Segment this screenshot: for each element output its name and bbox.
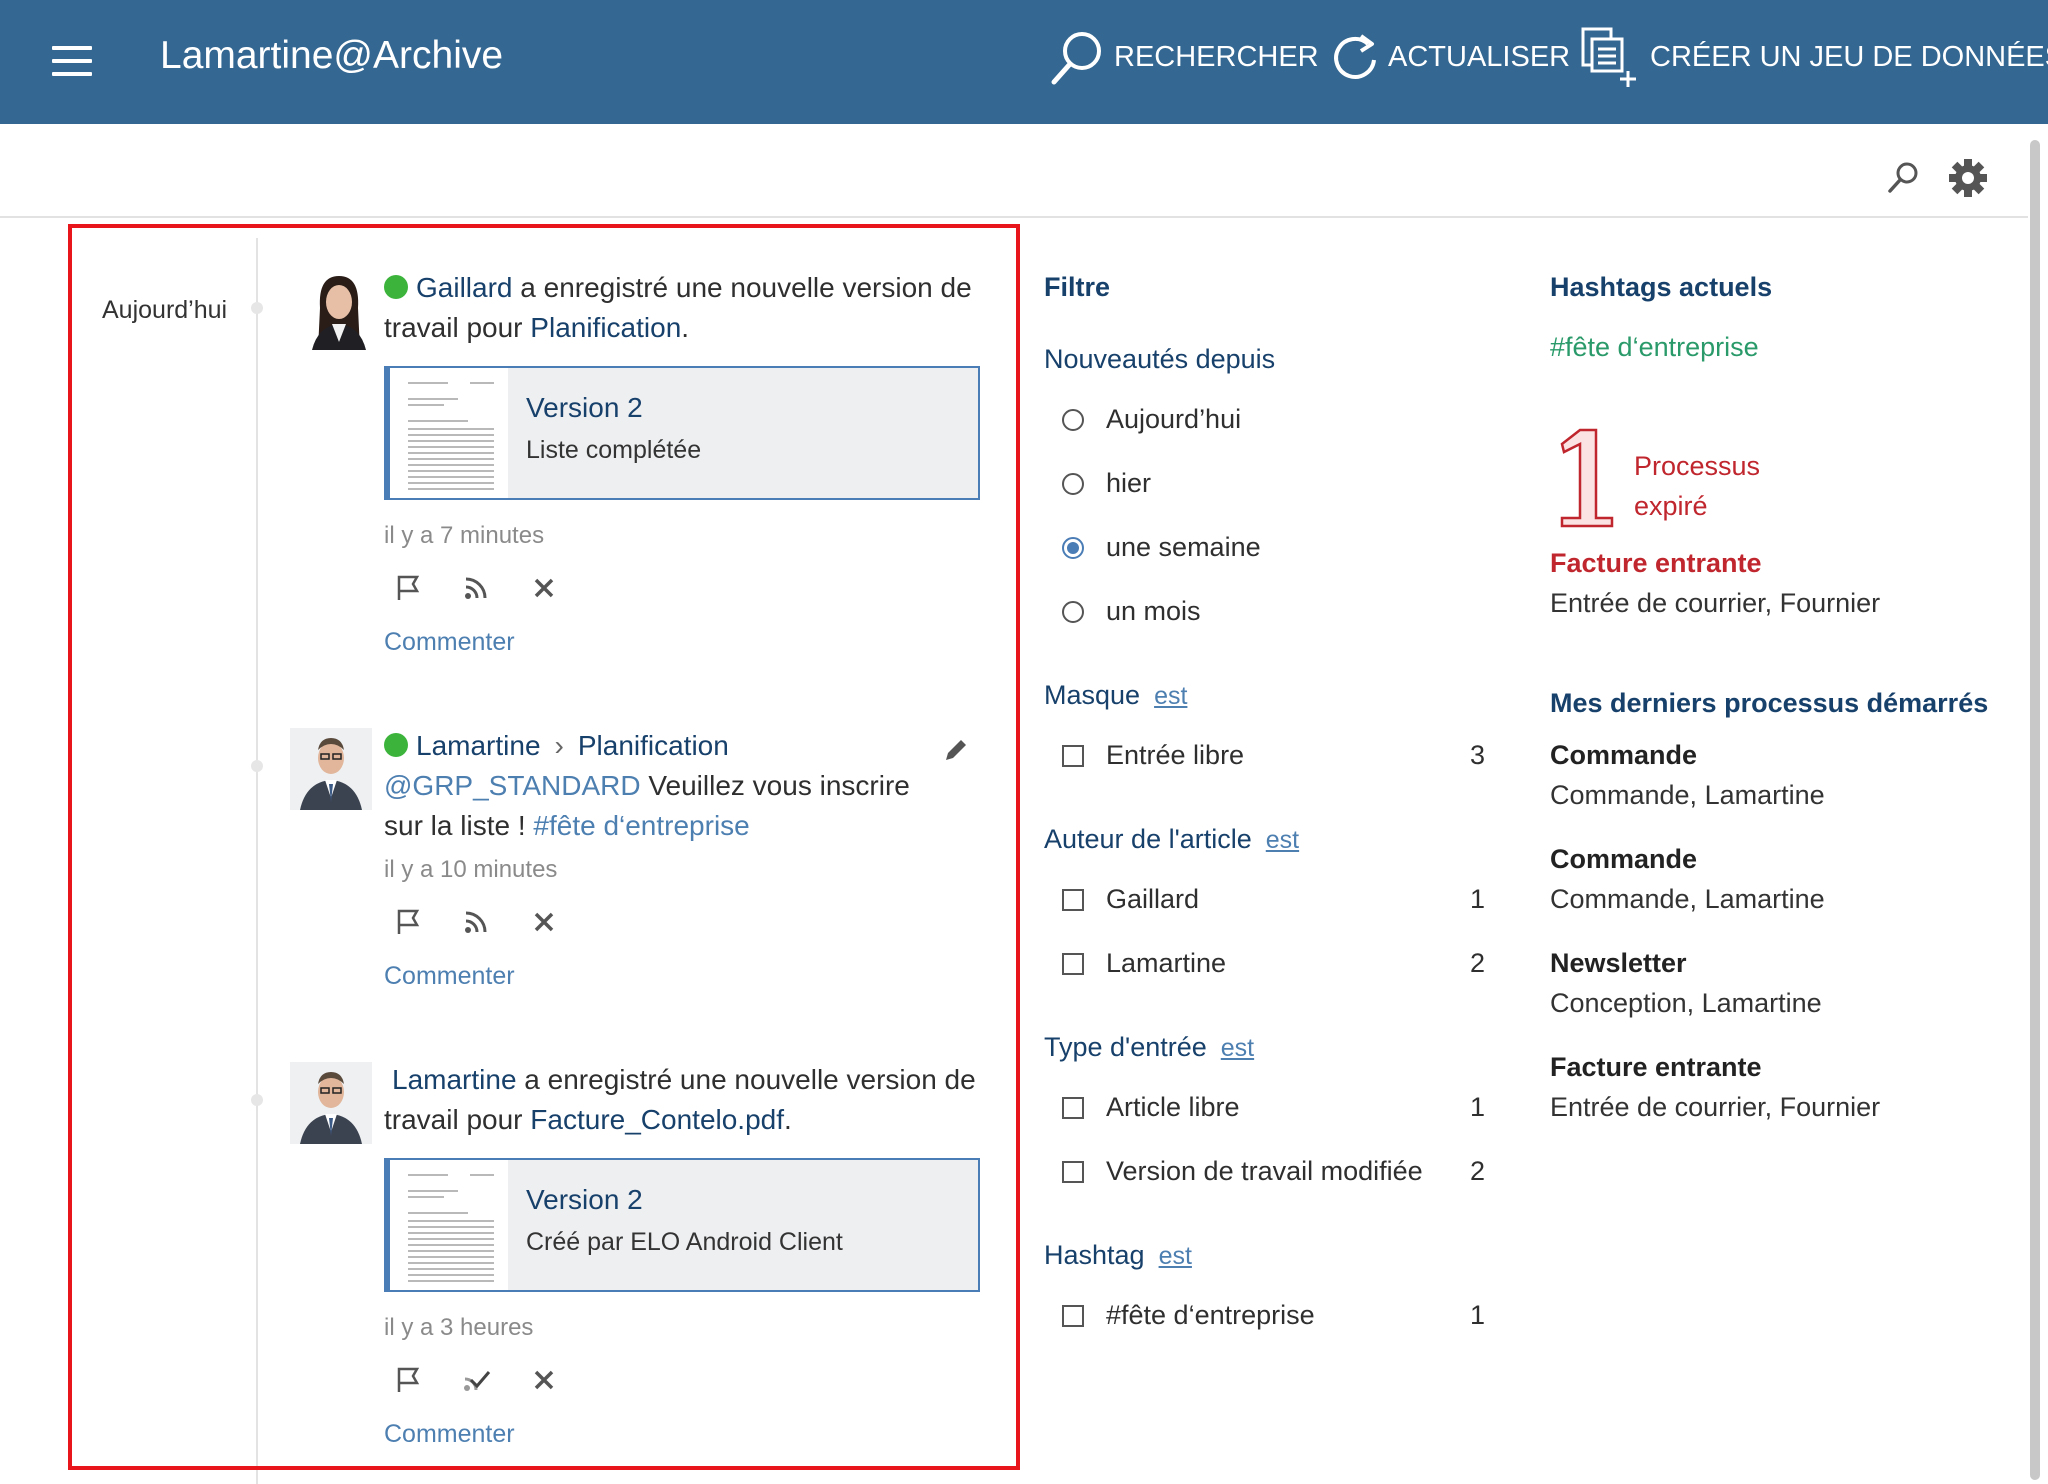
author-est-link[interactable]: est bbox=[1266, 826, 1299, 854]
type-filter-header: Type d'entrée est bbox=[1044, 1032, 1254, 1063]
hashtag-filter-header: Hashtag est bbox=[1044, 1240, 1192, 1271]
refresh-button[interactable]: ACTUALISER bbox=[1328, 24, 1570, 90]
search-button[interactable]: RECHERCHER bbox=[1048, 24, 1319, 90]
app-title: Lamartine@Archive bbox=[160, 34, 504, 77]
radio-label: un mois bbox=[1106, 596, 1201, 626]
create-dataset-button[interactable]: CRÉER UN JEU DE DONNÉES bbox=[1580, 24, 2048, 90]
count: 1 bbox=[1470, 1300, 1486, 1330]
expired-process-name[interactable]: Facture entrante bbox=[1550, 548, 1762, 579]
radio-label: hier bbox=[1106, 468, 1152, 498]
check-label: Article libre bbox=[1106, 1092, 1240, 1122]
check-label: Entrée libre bbox=[1106, 740, 1245, 770]
current-hashtag-link[interactable]: #fête d‘entreprise bbox=[1550, 332, 1759, 363]
check-label: #fête d‘entreprise bbox=[1106, 1300, 1315, 1330]
count: 1 bbox=[1470, 1092, 1486, 1122]
mask-filter-header: Masque est bbox=[1044, 680, 1187, 711]
expired-label-line2: expiré bbox=[1634, 491, 1708, 521]
hashtag-est-link[interactable]: est bbox=[1159, 1242, 1192, 1270]
check-label: Version de travail modifiée bbox=[1106, 1156, 1423, 1186]
author-title: Auteur de l'article bbox=[1044, 824, 1252, 854]
checkbox[interactable] bbox=[1062, 1096, 1084, 1119]
create-dataset-label: CRÉER UN JEU DE DONNÉES bbox=[1650, 40, 2048, 73]
hamburger-menu-icon[interactable] bbox=[52, 46, 92, 76]
search-label: RECHERCHER bbox=[1114, 40, 1319, 73]
recent-process-detail: Commande, Lamartine bbox=[1550, 884, 1825, 914]
radio-week[interactable]: une semaine bbox=[1062, 532, 1261, 563]
radio-today[interactable]: Aujourd’hui bbox=[1062, 404, 1241, 435]
check-label: Lamartine bbox=[1106, 948, 1227, 978]
radio-button[interactable] bbox=[1062, 408, 1084, 431]
expired-count[interactable]: 1 bbox=[1550, 422, 1622, 532]
check-free-article[interactable]: Article libre bbox=[1062, 1092, 1240, 1123]
radio-button[interactable] bbox=[1062, 472, 1084, 495]
radio-yesterday[interactable]: hier bbox=[1062, 468, 1151, 499]
type-title: Type d'entrée bbox=[1044, 1032, 1207, 1062]
checkbox[interactable] bbox=[1062, 1160, 1084, 1183]
mask-est-link[interactable]: est bbox=[1154, 682, 1187, 710]
highlight-frame bbox=[68, 224, 1020, 1470]
filter-title: Filtre bbox=[1044, 272, 1111, 302]
page-scrollbar[interactable] bbox=[2030, 140, 2040, 1480]
radio-month[interactable]: un mois bbox=[1062, 596, 1201, 627]
check-free-entry[interactable]: Entrée libre bbox=[1062, 740, 1244, 771]
author-filter-header: Auteur de l'article est bbox=[1044, 824, 1299, 855]
recent-process-name[interactable]: Newsletter bbox=[1550, 948, 1687, 979]
recent-process-name[interactable]: Commande bbox=[1550, 844, 1697, 875]
search-icon bbox=[1051, 32, 1101, 85]
recent-process-detail: Conception, Lamartine bbox=[1550, 988, 1822, 1018]
checkbox[interactable] bbox=[1062, 1304, 1084, 1327]
sub-toolbar bbox=[0, 124, 2028, 218]
count: 2 bbox=[1470, 948, 1486, 978]
refresh-icon bbox=[1334, 34, 1376, 79]
radio-button[interactable] bbox=[1062, 600, 1084, 623]
filter-search-icon[interactable] bbox=[1886, 160, 1920, 199]
since-title: Nouveautés depuis bbox=[1044, 344, 1276, 374]
checkbox[interactable] bbox=[1062, 952, 1084, 975]
radio-button-selected[interactable] bbox=[1062, 536, 1084, 559]
expired-label[interactable]: Processus expiré bbox=[1634, 446, 1760, 526]
expired-label-line1: Processus bbox=[1634, 451, 1761, 481]
expired-process-detail: Entrée de courrier, Fournier bbox=[1550, 588, 1881, 618]
mask-title: Masque bbox=[1044, 680, 1141, 710]
count: 3 bbox=[1470, 740, 1486, 770]
recent-process-detail: Commande, Lamartine bbox=[1550, 780, 1825, 810]
check-lamartine[interactable]: Lamartine bbox=[1062, 948, 1226, 979]
hashtags-title: Hashtags actuels bbox=[1550, 272, 1773, 302]
recent-process-name[interactable]: Commande bbox=[1550, 740, 1697, 771]
check-label: Gaillard bbox=[1106, 884, 1200, 914]
recent-process-name[interactable]: Facture entrante bbox=[1550, 1052, 1762, 1083]
refresh-label: ACTUALISER bbox=[1388, 40, 1571, 73]
radio-label: une semaine bbox=[1106, 532, 1261, 562]
recent-processes-title: Mes derniers processus démarrés bbox=[1550, 688, 1989, 718]
check-hashtag[interactable]: #fête d‘entreprise bbox=[1062, 1300, 1315, 1331]
check-modified-version[interactable]: Version de travail modifiée bbox=[1062, 1156, 1423, 1187]
radio-label: Aujourd’hui bbox=[1106, 404, 1242, 434]
recent-process-detail: Entrée de courrier, Fournier bbox=[1550, 1092, 1881, 1122]
checkbox[interactable] bbox=[1062, 888, 1084, 911]
checkbox[interactable] bbox=[1062, 744, 1084, 767]
check-gaillard[interactable]: Gaillard bbox=[1062, 884, 1199, 915]
new-document-icon bbox=[1581, 27, 1636, 87]
settings-gear-icon[interactable] bbox=[1948, 158, 1988, 203]
count: 1 bbox=[1470, 884, 1486, 914]
hashtag-title: Hashtag bbox=[1044, 1240, 1145, 1270]
type-est-link[interactable]: est bbox=[1221, 1034, 1254, 1062]
count: 2 bbox=[1470, 1156, 1486, 1186]
